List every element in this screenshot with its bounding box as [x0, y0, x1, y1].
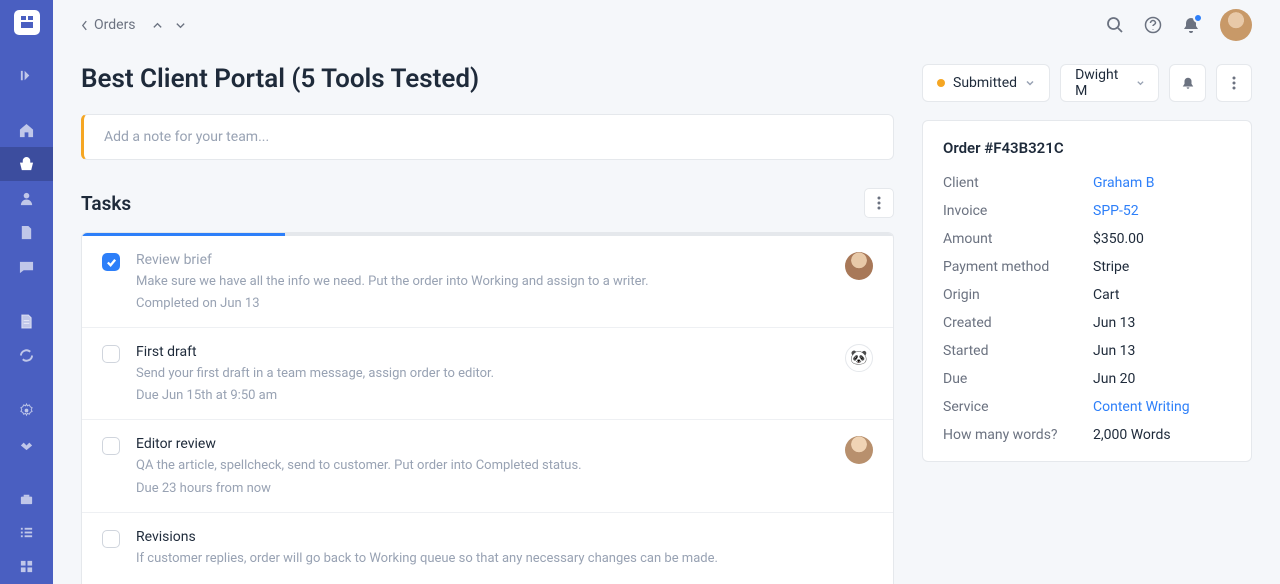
task-assignee-avatar[interactable]: [845, 252, 873, 280]
task-title: Review brief: [136, 252, 829, 268]
nav-toolbox[interactable]: [0, 482, 53, 516]
task-description: QA the article, spellcheck, send to cust…: [136, 457, 829, 475]
detail-row: ClientGraham B: [943, 175, 1231, 191]
tasks-menu[interactable]: [864, 188, 894, 218]
tasks-panel: Review brief Make sure we have all the in…: [81, 232, 894, 584]
task-description: If customer replies, order will go back …: [136, 550, 873, 568]
task-meta: Due Jun 15th at 9:50 am: [136, 388, 829, 403]
task-row: Editor review QA the article, spellcheck,…: [82, 420, 893, 512]
detail-label: How many words?: [943, 427, 1093, 443]
tasks-heading: Tasks: [81, 192, 131, 215]
detail-value: Jun 20: [1093, 371, 1135, 387]
detail-row: Payment methodStripe: [943, 259, 1231, 275]
detail-row: StartedJun 13: [943, 343, 1231, 359]
detail-value: $350.00: [1093, 231, 1144, 247]
detail-row: ServiceContent Writing: [943, 399, 1231, 415]
nav-orders[interactable]: [0, 147, 53, 181]
detail-row: InvoiceSPP-52: [943, 203, 1231, 219]
order-details: Order #F43B321C ClientGraham BInvoiceSPP…: [922, 120, 1252, 462]
help-icon[interactable]: [1144, 16, 1162, 34]
page-title: Best Client Portal (5 Tools Tested): [81, 64, 894, 94]
task-description: Send your first draft in a team message,…: [136, 365, 829, 383]
nav-messages[interactable]: [0, 249, 53, 283]
search-icon[interactable]: [1106, 16, 1124, 34]
nav-grid[interactable]: [0, 550, 53, 584]
task-title: First draft: [136, 344, 829, 360]
detail-row: How many words?2,000 Words: [943, 427, 1231, 443]
detail-value: Jun 13: [1093, 343, 1135, 359]
detail-row: DueJun 20: [943, 371, 1231, 387]
detail-label: Payment method: [943, 259, 1093, 275]
status-label: Submitted: [953, 75, 1017, 91]
assignee-label: Dwight M: [1075, 67, 1128, 99]
detail-label: Created: [943, 315, 1093, 331]
prev-order[interactable]: [152, 16, 163, 35]
nav-clients[interactable]: [0, 181, 53, 215]
nav-home[interactable]: [0, 113, 53, 147]
next-order[interactable]: [175, 16, 186, 35]
nav-partners[interactable]: [0, 427, 53, 461]
breadcrumb-back[interactable]: Orders: [81, 17, 136, 33]
detail-row: CreatedJun 13: [943, 315, 1231, 331]
detail-value[interactable]: Content Writing: [1093, 399, 1190, 415]
nav-settings[interactable]: [0, 393, 53, 427]
task-meta: Completed on Jun 13: [136, 296, 829, 311]
subscribe-button[interactable]: [1169, 64, 1205, 102]
detail-value[interactable]: Graham B: [1093, 175, 1154, 191]
team-note-input[interactable]: Add a note for your team...: [81, 114, 894, 160]
nav-sync[interactable]: [0, 338, 53, 372]
detail-value: Cart: [1093, 287, 1119, 303]
nav-collapse[interactable]: [0, 59, 53, 93]
status-dot-icon: [937, 79, 945, 87]
detail-label: Started: [943, 343, 1093, 359]
task-assignee-avatar[interactable]: [845, 436, 873, 464]
task-checkbox[interactable]: [102, 437, 120, 455]
detail-row: Amount$350.00: [943, 231, 1231, 247]
detail-label: Invoice: [943, 203, 1093, 219]
nav-list[interactable]: [0, 516, 53, 550]
task-row: First draft Send your first draft in a te…: [82, 328, 893, 420]
detail-label: Origin: [943, 287, 1093, 303]
status-selector[interactable]: Submitted: [922, 64, 1050, 102]
detail-value: Stripe: [1093, 259, 1129, 275]
sidebar-nav: [0, 0, 53, 584]
detail-row: OriginCart: [943, 287, 1231, 303]
task-description: Make sure we have all the info we need. …: [136, 273, 829, 291]
task-checkbox[interactable]: [102, 530, 120, 548]
task-title: Revisions: [136, 529, 873, 545]
detail-value[interactable]: SPP-52: [1093, 203, 1139, 219]
task-checkbox[interactable]: [102, 253, 120, 271]
task-row: Revisions If customer replies, order will…: [82, 513, 893, 584]
task-title: Editor review: [136, 436, 829, 452]
task-checkbox[interactable]: [102, 345, 120, 363]
detail-value: 2,000 Words: [1093, 427, 1171, 443]
detail-label: Amount: [943, 231, 1093, 247]
detail-value: Jun 13: [1093, 315, 1135, 331]
breadcrumb-label: Orders: [94, 17, 136, 33]
notification-badge: [1193, 13, 1203, 23]
task-meta: Due 23 hours from now: [136, 481, 829, 496]
notifications-icon[interactable]: [1182, 16, 1200, 34]
detail-label: Client: [943, 175, 1093, 191]
task-row: Review brief Make sure we have all the in…: [82, 236, 893, 328]
assignee-selector[interactable]: Dwight M: [1060, 64, 1159, 102]
detail-label: Due: [943, 371, 1093, 387]
app-logo[interactable]: [14, 10, 40, 35]
user-avatar[interactable]: [1220, 9, 1252, 41]
nav-files[interactable]: [0, 215, 53, 249]
task-assignee-avatar[interactable]: 🐼: [845, 344, 873, 372]
detail-label: Service: [943, 399, 1093, 415]
topbar: Orders: [53, 0, 1280, 50]
more-actions[interactable]: [1216, 64, 1252, 102]
nav-invoices[interactable]: [0, 304, 53, 338]
order-id-header: Order #F43B321C: [943, 139, 1231, 157]
